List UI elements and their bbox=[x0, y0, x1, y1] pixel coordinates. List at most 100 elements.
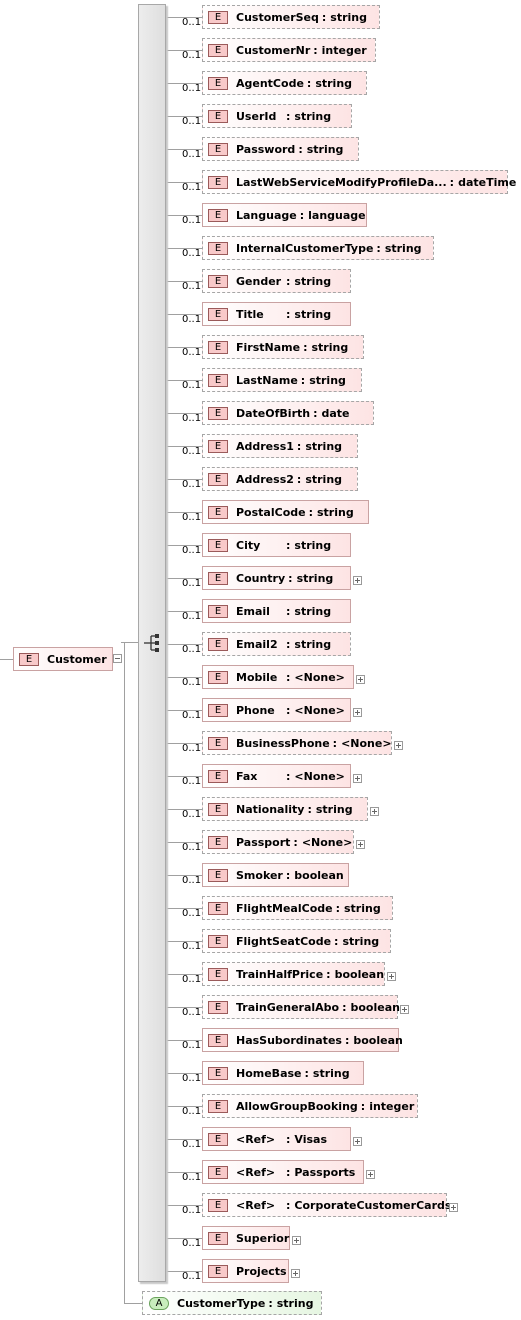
element-badge: E bbox=[208, 1033, 228, 1047]
element-name: CustomerSeq bbox=[236, 10, 319, 24]
element-type: string bbox=[305, 472, 343, 486]
element-box[interactable]: E FlightSeatCode: string bbox=[202, 929, 391, 953]
cardinality-label: 0..1 bbox=[182, 1172, 202, 1183]
element-row: 0..1 E AllowGroupBooking: integer bbox=[0, 1092, 521, 1120]
element-box[interactable]: E AgentCode: string bbox=[202, 71, 367, 95]
type-separator: : bbox=[449, 175, 455, 189]
expand-icon[interactable] bbox=[356, 840, 365, 849]
expand-icon[interactable] bbox=[353, 774, 362, 783]
element-badge: E bbox=[208, 472, 228, 486]
element-row: 0..1 E Phone: <None> bbox=[0, 696, 521, 724]
element-box[interactable]: E UserId: string bbox=[202, 104, 352, 128]
element-type: string bbox=[312, 1066, 350, 1080]
expand-icon[interactable] bbox=[394, 741, 403, 750]
element-badge: E bbox=[208, 340, 228, 354]
element-box[interactable]: E HomeBase: string bbox=[202, 1061, 364, 1085]
element-row: 0..1 E Email: string bbox=[0, 597, 521, 625]
element-row: 0..1 E LastWebServiceModifyProfileDa...: da… bbox=[0, 168, 521, 196]
element-box[interactable]: E FlightMealCode: string bbox=[202, 896, 393, 920]
element-type: <None> bbox=[294, 703, 345, 717]
element-box[interactable]: E CustomerNr: integer bbox=[202, 38, 376, 62]
element-box[interactable]: E PostalCode: string bbox=[202, 500, 369, 524]
element-name: Phone bbox=[236, 703, 275, 717]
cardinality-label: 0..1 bbox=[182, 281, 202, 292]
element-box[interactable]: E FirstName: string bbox=[202, 335, 364, 359]
cardinality-label: 0..1 bbox=[182, 908, 202, 919]
element-box[interactable]: E Superior bbox=[202, 1226, 290, 1250]
element-box[interactable]: E TrainGeneralAbo: boolean bbox=[202, 995, 400, 1019]
element-box[interactable]: E CustomerSeq: string bbox=[202, 5, 380, 29]
expand-icon[interactable] bbox=[356, 675, 365, 684]
element-box[interactable]: E Address1: string bbox=[202, 434, 358, 458]
element-badge: E bbox=[208, 901, 228, 915]
element-badge: E bbox=[208, 835, 228, 849]
customer-type-attribute[interactable]: A CustomerType : string bbox=[142, 1291, 322, 1315]
type-separator: : bbox=[286, 538, 291, 552]
element-box[interactable]: E Address2: string bbox=[202, 467, 358, 491]
element-box[interactable]: E <Ref>: Passports bbox=[202, 1160, 364, 1184]
element-box[interactable]: E Projects bbox=[202, 1259, 289, 1283]
element-box[interactable]: E Password: string bbox=[202, 137, 359, 161]
element-box[interactable]: E Email2: string bbox=[202, 632, 351, 656]
element-row: 0..1 E Passport: <None> bbox=[0, 828, 521, 856]
element-box[interactable]: E LastWebServiceModifyProfileDa...: dateTi… bbox=[202, 170, 516, 194]
type-separator: : bbox=[344, 1033, 350, 1047]
element-name: Language bbox=[236, 208, 297, 222]
element-box[interactable]: E DateOfBirth: date bbox=[202, 401, 374, 425]
element-row: 0..1 E FlightSeatCode: string bbox=[0, 927, 521, 955]
element-badge: E bbox=[208, 868, 228, 882]
expand-icon[interactable] bbox=[353, 1137, 362, 1146]
element-box[interactable]: E LastName: string bbox=[202, 368, 362, 392]
expand-icon[interactable] bbox=[291, 1269, 300, 1278]
element-box[interactable]: E Smoker: boolean bbox=[202, 863, 349, 887]
element-type: string bbox=[342, 934, 380, 948]
cardinality-label: 0..1 bbox=[182, 413, 202, 424]
type-separator: : bbox=[286, 703, 291, 717]
element-box[interactable]: E Phone: <None> bbox=[202, 698, 351, 722]
element-box[interactable]: E Passport: <None> bbox=[202, 830, 354, 854]
element-box[interactable]: E Mobile: <None> bbox=[202, 665, 354, 689]
cardinality-label: 0..1 bbox=[182, 545, 202, 556]
element-type: <None> bbox=[341, 736, 392, 750]
type-separator: : bbox=[285, 868, 291, 882]
expand-icon[interactable] bbox=[366, 1170, 375, 1179]
element-box[interactable]: E Email: string bbox=[202, 599, 351, 623]
cardinality-label: 0..1 bbox=[182, 149, 202, 160]
type-separator: : bbox=[286, 274, 291, 288]
element-type: string bbox=[330, 10, 367, 24]
expand-icon[interactable] bbox=[353, 576, 362, 585]
element-box[interactable]: E BusinessPhone: <None> bbox=[202, 731, 392, 755]
cardinality-label: 0..1 bbox=[182, 116, 202, 127]
expand-icon[interactable] bbox=[370, 807, 379, 816]
element-box[interactable]: E Title: string bbox=[202, 302, 351, 326]
element-name: LastWebServiceModifyProfileDa... bbox=[236, 175, 447, 189]
expand-icon[interactable] bbox=[449, 1203, 458, 1212]
element-box[interactable]: E HasSubordinates: boolean bbox=[202, 1028, 403, 1052]
root-connector-left bbox=[0, 659, 13, 660]
element-box[interactable]: E AllowGroupBooking: integer bbox=[202, 1094, 418, 1118]
element-box[interactable]: E Nationality: string bbox=[202, 797, 368, 821]
element-name: FlightSeatCode bbox=[236, 934, 332, 948]
expand-icon[interactable] bbox=[387, 972, 396, 981]
type-separator: : bbox=[293, 835, 298, 849]
expand-icon[interactable] bbox=[400, 1005, 409, 1014]
element-box[interactable]: E InternalCustomerType: string bbox=[202, 236, 434, 260]
element-box[interactable]: E TrainHalfPrice: boolean bbox=[202, 962, 385, 986]
element-box[interactable]: E Fax: <None> bbox=[202, 764, 351, 788]
element-box[interactable]: E Language: language bbox=[202, 203, 367, 227]
element-badge: E bbox=[208, 967, 228, 981]
element-box[interactable]: E Gender: string bbox=[202, 269, 351, 293]
element-badge: E bbox=[208, 934, 228, 948]
element-row: 0..1 E Gender: string bbox=[0, 267, 521, 295]
element-row: 0..1 E Country: string bbox=[0, 564, 521, 592]
element-badge: E bbox=[208, 670, 228, 684]
expand-icon[interactable] bbox=[292, 1236, 301, 1245]
element-box[interactable]: E <Ref>: CorporateCustomerCards bbox=[202, 1193, 451, 1217]
type-separator: : bbox=[299, 208, 305, 222]
type-separator: : bbox=[296, 472, 302, 486]
expand-icon[interactable] bbox=[353, 708, 362, 717]
element-box[interactable]: E <Ref>: Visas bbox=[202, 1127, 351, 1151]
element-row: 0..1 E Email2: string bbox=[0, 630, 521, 658]
element-box[interactable]: E City: string bbox=[202, 533, 351, 557]
element-box[interactable]: E Country: string bbox=[202, 566, 351, 590]
